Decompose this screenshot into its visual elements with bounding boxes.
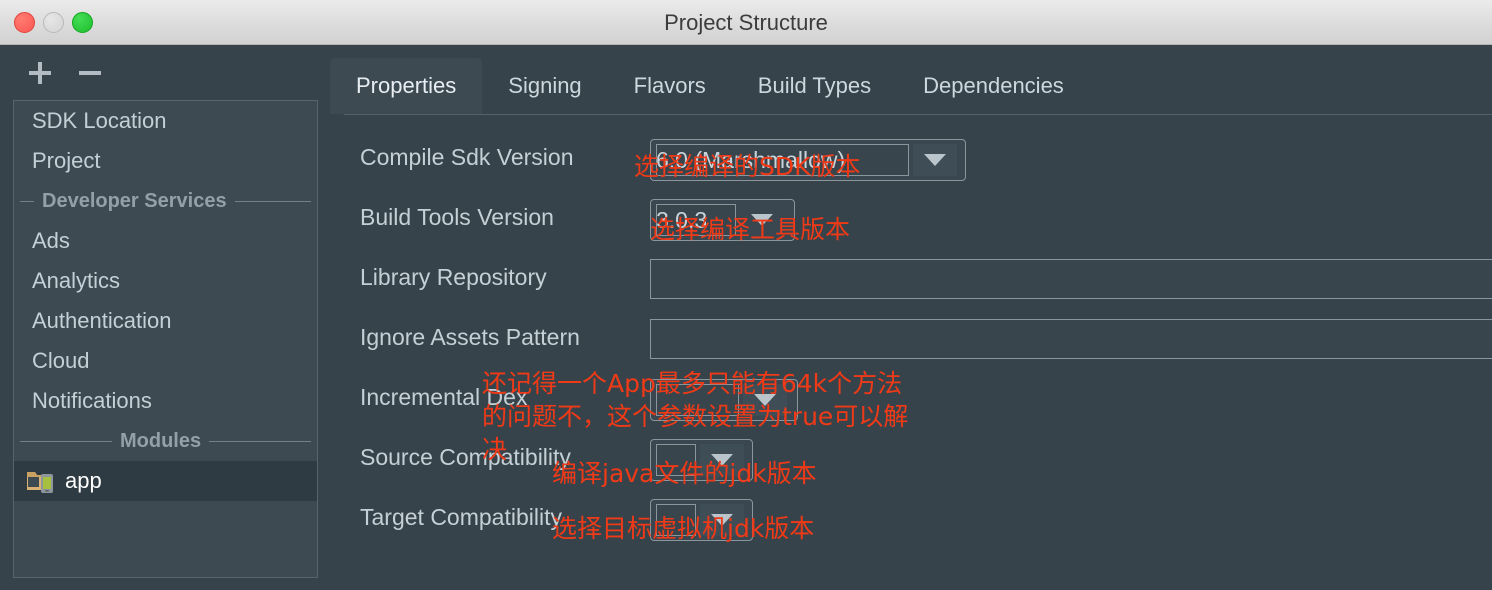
sidebar-item-analytics[interactable]: Analytics (14, 261, 317, 301)
folder-module-icon (27, 472, 53, 493)
form-row-ignore-assets-pattern: Ignore Assets Pattern (330, 307, 1492, 367)
compile-sdk-version-dropdown-button[interactable] (913, 144, 957, 176)
annotation-incremental-dex: 还记得一个App最多只能有64k个方法 的问题不，这个参数设置为true可以解 … (482, 369, 909, 464)
tab-signing[interactable]: Signing (482, 58, 607, 114)
label-ignore-assets-pattern: Ignore Assets Pattern (360, 324, 580, 350)
sidebar-group-developer-services: Developer Services (14, 181, 317, 221)
form-row-library-repository: Library Repository (330, 247, 1492, 307)
properties-panel: Properties Signing Flavors Build Types D… (330, 45, 1492, 590)
properties-form: Compile Sdk Version 6.0 (Marshmallow) Bu… (330, 127, 1492, 547)
separator-line-right (209, 440, 311, 442)
sidebar-group-label: Modules (120, 429, 202, 452)
project-structure-window: Project Structure SDK Location Project D… (0, 0, 1492, 590)
label-build-tools-version: Build Tools Version (360, 204, 554, 230)
form-row-build-tools-version: Build Tools Version 3.0.3 (330, 187, 1492, 247)
tab-properties[interactable]: Properties (330, 58, 483, 114)
form-row-compile-sdk-version: Compile Sdk Version 6.0 (Marshmallow) (330, 127, 1492, 187)
minus-icon (79, 71, 101, 75)
annotation-build-tools: 选择编译工具版本 (650, 215, 851, 244)
tab-bar: Properties Signing Flavors Build Types D… (330, 58, 1090, 114)
window-titlebar: Project Structure (0, 0, 1492, 45)
tab-bar-underline (344, 114, 1492, 115)
sidebar-toolbar (0, 45, 330, 100)
tab-build-types[interactable]: Build Types (732, 58, 897, 114)
sidebar: SDK Location Project Developer Services … (0, 45, 330, 590)
library-repository-input[interactable] (650, 259, 1492, 299)
separator-line-right (234, 200, 311, 202)
window-title: Project Structure (664, 10, 828, 35)
separator-line-left (20, 200, 34, 202)
remove-module-button[interactable] (76, 59, 104, 87)
sidebar-group-label: Developer Services (42, 189, 227, 212)
window-body: SDK Location Project Developer Services … (0, 45, 1492, 590)
label-compile-sdk-version: Compile Sdk Version (360, 144, 574, 170)
sidebar-item-ads[interactable]: Ads (14, 221, 317, 261)
tab-flavors[interactable]: Flavors (608, 58, 732, 114)
form-row-target-compatibility: Target Compatibility (330, 487, 1492, 547)
sidebar-item-label: app (65, 468, 102, 493)
separator-line-left (20, 440, 112, 442)
chevron-down-icon (924, 154, 946, 166)
sidebar-item-project[interactable]: Project (14, 141, 317, 181)
sidebar-item-sdk-location[interactable]: SDK Location (14, 101, 317, 141)
label-library-repository: Library Repository (360, 264, 547, 290)
plus-icon (29, 62, 51, 84)
tab-dependencies[interactable]: Dependencies (897, 58, 1090, 114)
ignore-assets-pattern-input[interactable] (650, 319, 1492, 359)
annotation-compile-sdk: 选择编译的SDK版本 (634, 152, 861, 181)
sidebar-item-list[interactable]: SDK Location Project Developer Services … (13, 100, 318, 578)
sidebar-item-cloud[interactable]: Cloud (14, 341, 317, 381)
annotation-source-compatibility: 编译java文件的jdk版本 (552, 459, 817, 488)
sidebar-item-notifications[interactable]: Notifications (14, 381, 317, 421)
annotation-target-compatibility: 选择目标虚拟机jdk版本 (552, 514, 815, 543)
sidebar-group-modules: Modules (14, 421, 317, 461)
label-target-compatibility: Target Compatibility (360, 504, 562, 530)
sidebar-item-app[interactable]: app (14, 461, 317, 501)
add-module-button[interactable] (26, 59, 54, 87)
sidebar-item-authentication[interactable]: Authentication (14, 301, 317, 341)
